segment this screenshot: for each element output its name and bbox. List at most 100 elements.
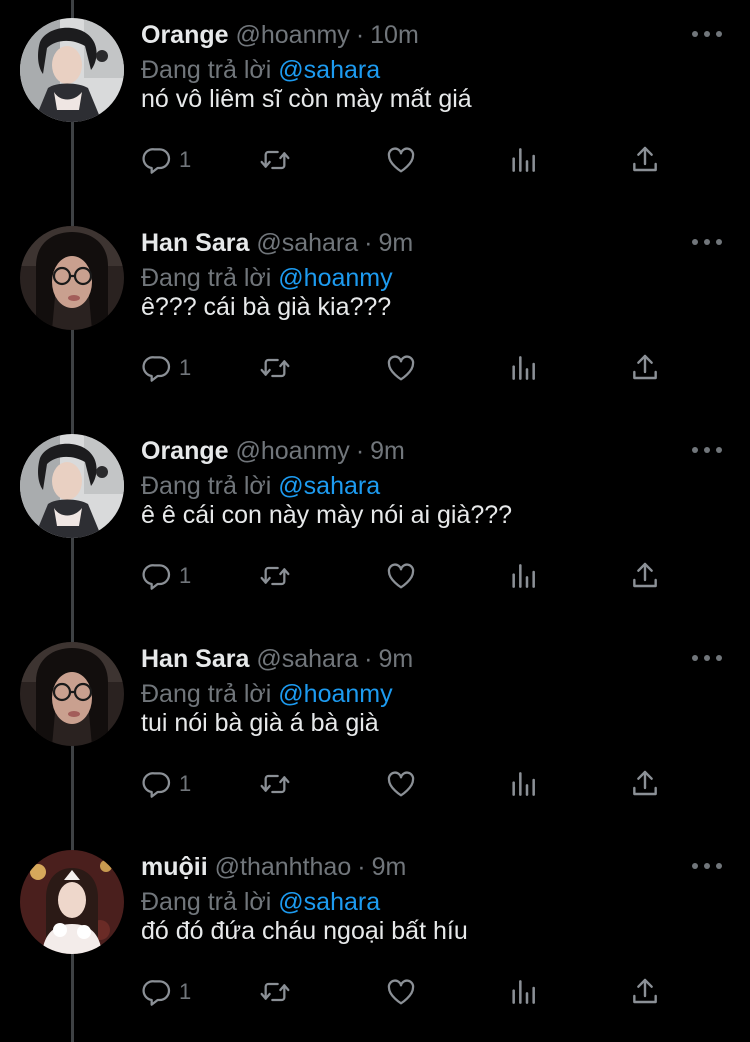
mention-link[interactable]: @sahara xyxy=(278,56,380,84)
replying-to-label: Đang trả lời xyxy=(141,680,272,708)
separator-dot: · xyxy=(364,229,373,257)
share-button[interactable] xyxy=(629,558,661,594)
avatar-orange[interactable] xyxy=(20,434,124,538)
mention-link[interactable]: @sahara xyxy=(278,888,380,916)
share-icon xyxy=(633,562,657,588)
like-button[interactable] xyxy=(385,974,417,1010)
avatar-orange[interactable] xyxy=(20,18,124,122)
replying-to-label: Đang trả lời xyxy=(141,56,272,84)
analytics-button[interactable] xyxy=(507,974,539,1010)
more-options-icon[interactable] xyxy=(692,856,722,876)
tweet-text: tui nói bà già á bà già xyxy=(141,709,379,737)
share-button[interactable] xyxy=(629,350,661,386)
tweet-5[interactable]: muộii @thanhthao · 9m Đang trả lời @sahara… xyxy=(0,832,750,1040)
retweet-icon xyxy=(260,150,290,170)
analytics-icon xyxy=(512,356,535,380)
tweet-text: đó đó đứa cháu ngoại bất híu xyxy=(141,917,468,945)
action-bar: 1 xyxy=(141,350,681,386)
like-button[interactable] xyxy=(385,558,417,594)
analytics-icon xyxy=(512,980,535,1004)
tweet-4[interactable]: Han Sara @sahara · 9m Đang trả lời @hoanmy… xyxy=(0,624,750,832)
like-button[interactable] xyxy=(385,142,417,178)
analytics-button[interactable] xyxy=(507,350,539,386)
replying-to-label: Đang trả lời xyxy=(141,472,272,500)
analytics-icon xyxy=(512,772,535,796)
retweet-icon xyxy=(260,982,290,1002)
reply-count: 1 xyxy=(179,147,192,172)
reply-button[interactable]: 1 xyxy=(141,558,191,594)
reply-button[interactable]: 1 xyxy=(141,974,191,1010)
tweet-2[interactable]: Han Sara @sahara · 9m Đang trả lời @hoanmy… xyxy=(0,208,750,416)
retweet-button[interactable] xyxy=(259,558,291,594)
retweet-icon xyxy=(260,774,290,794)
username-handle[interactable]: @hoanmy xyxy=(235,21,349,49)
like-button[interactable] xyxy=(385,766,417,802)
reply-button[interactable]: 1 xyxy=(141,350,191,386)
tweet-3[interactable]: Orange @hoanmy · 9m Đang trả lời @sahara ê… xyxy=(0,416,750,624)
share-button[interactable] xyxy=(629,766,661,802)
retweet-button[interactable] xyxy=(259,142,291,178)
tweet-text: ê??? cái bà già kia??? xyxy=(141,293,392,321)
share-button[interactable] xyxy=(629,974,661,1010)
analytics-icon xyxy=(512,564,535,588)
more-options-icon[interactable] xyxy=(692,24,722,44)
timestamp[interactable]: 10m xyxy=(370,21,419,49)
reply-icon xyxy=(142,356,171,382)
like-icon xyxy=(387,147,415,173)
mention-link[interactable]: @hoanmy xyxy=(278,680,392,708)
action-bar: 1 xyxy=(141,766,681,802)
like-icon xyxy=(387,563,415,589)
replying-to-label: Đang trả lời xyxy=(141,264,272,292)
analytics-button[interactable] xyxy=(507,558,539,594)
replying-to-label: Đang trả lời xyxy=(141,888,272,916)
reply-icon xyxy=(142,564,171,590)
display-name[interactable]: Han Sara xyxy=(141,229,249,257)
display-name[interactable]: muộii xyxy=(141,853,208,881)
timestamp[interactable]: 9m xyxy=(379,645,414,673)
display-name[interactable]: Han Sara xyxy=(141,645,249,673)
like-button[interactable] xyxy=(385,350,417,386)
username-handle[interactable]: @sahara xyxy=(256,645,358,673)
retweet-icon xyxy=(260,358,290,378)
avatar-sara[interactable] xyxy=(20,642,124,746)
tweet-text: ê ê cái con này mày nói ai già??? xyxy=(141,501,513,529)
tweet-1[interactable]: Orange @hoanmy · 10m Đang trả lời @sahara … xyxy=(0,0,750,208)
separator-dot: · xyxy=(355,437,365,465)
retweet-button[interactable] xyxy=(259,766,291,802)
avatar-sara[interactable] xyxy=(20,226,124,330)
username-handle[interactable]: @thanhthao xyxy=(215,853,352,881)
username-handle[interactable]: @hoanmy xyxy=(235,437,349,465)
mention-link[interactable]: @hoanmy xyxy=(278,264,392,292)
more-options-icon[interactable] xyxy=(692,648,722,668)
reply-count: 1 xyxy=(179,563,192,588)
reply-button[interactable]: 1 xyxy=(141,766,191,802)
reply-icon xyxy=(142,772,171,798)
reply-button[interactable]: 1 xyxy=(141,142,191,178)
analytics-button[interactable] xyxy=(507,766,539,802)
tweet-header: Han Sara @sahara · 9m xyxy=(141,226,413,260)
username-handle[interactable]: @sahara xyxy=(256,229,358,257)
more-options-icon[interactable] xyxy=(692,440,722,460)
tweet-header: Orange @hoanmy · 10m xyxy=(141,18,419,52)
avatar-muoi[interactable] xyxy=(20,850,124,954)
share-button[interactable] xyxy=(629,142,661,178)
more-options-icon[interactable] xyxy=(692,232,722,252)
retweet-button[interactable] xyxy=(259,350,291,386)
separator-dot: · xyxy=(364,645,373,673)
reply-count: 1 xyxy=(179,979,192,1004)
reply-count: 1 xyxy=(179,771,192,796)
retweet-button[interactable] xyxy=(259,974,291,1010)
reply-count: 1 xyxy=(179,355,192,380)
timestamp[interactable]: 9m xyxy=(370,437,405,465)
timestamp[interactable]: 9m xyxy=(372,853,407,881)
action-bar: 1 xyxy=(141,558,681,594)
display-name[interactable]: Orange xyxy=(141,437,229,465)
separator-dot: · xyxy=(355,21,365,49)
mention-link[interactable]: @sahara xyxy=(278,472,380,500)
timestamp[interactable]: 9m xyxy=(379,229,414,257)
analytics-icon xyxy=(512,148,535,172)
display-name[interactable]: Orange xyxy=(141,21,229,49)
share-icon xyxy=(633,770,657,796)
analytics-button[interactable] xyxy=(507,142,539,178)
share-icon xyxy=(633,354,657,380)
